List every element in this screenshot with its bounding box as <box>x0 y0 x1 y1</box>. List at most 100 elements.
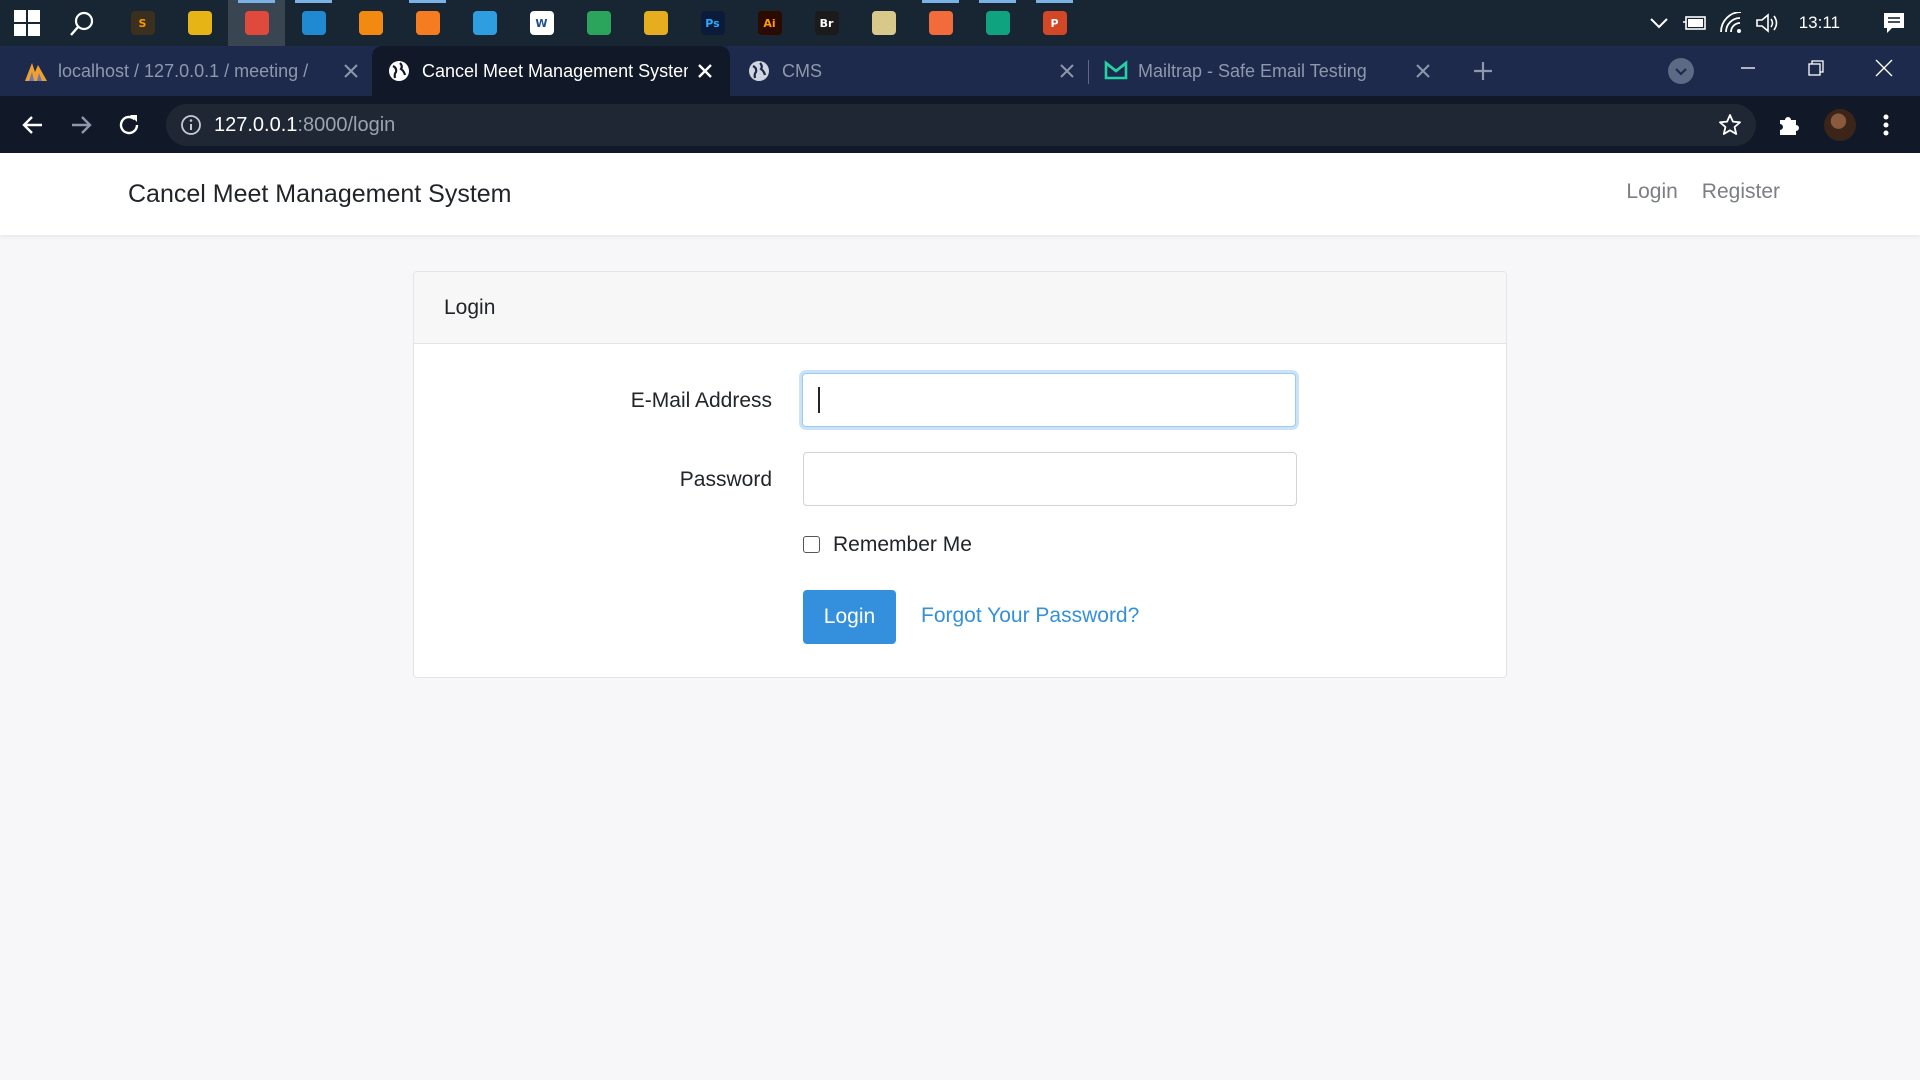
site-info-icon[interactable] <box>180 114 202 136</box>
password-input[interactable] <box>803 452 1297 506</box>
taskbar-app[interactable]: Br <box>798 0 855 46</box>
taskbar-app[interactable] <box>285 0 342 46</box>
git-icon <box>643 11 668 35</box>
bridge-icon: Br <box>814 11 839 35</box>
running-indicator <box>1036 0 1073 3</box>
url-host: 127.0.0.1 <box>214 114 298 136</box>
email-label: E-Mail Address <box>630 389 772 412</box>
photoshop-icon: Ps <box>700 11 725 35</box>
url-text[interactable]: 127.0.0.1:8000/login <box>214 114 395 137</box>
taskbar-app[interactable]: S <box>114 0 171 46</box>
sublime-text-icon: S <box>130 11 155 35</box>
tab-title: Cancel Meet Management System <box>422 60 688 81</box>
browser-menu-icon[interactable] <box>1876 110 1896 140</box>
volume-icon[interactable] <box>1749 0 1785 46</box>
taskbar-app[interactable] <box>228 0 285 46</box>
chevron-up-icon[interactable] <box>1641 0 1677 46</box>
taskbar-app[interactable] <box>627 0 684 46</box>
chatgpt-icon <box>985 11 1010 35</box>
chrome-icon <box>244 11 269 35</box>
vlc-icon <box>358 11 383 35</box>
forgot-password-link[interactable]: Forgot Your Password? <box>921 604 1139 628</box>
tab-cancel-meet[interactable]: Cancel Meet Management System <box>372 46 730 96</box>
xampp-icon <box>415 11 440 35</box>
extensions-puzzle-icon[interactable] <box>1776 112 1802 138</box>
login-button[interactable]: Login <box>803 590 896 644</box>
restore-icon[interactable] <box>1782 46 1850 90</box>
taskbar-app[interactable]: P <box>1026 0 1083 46</box>
tab-title: Mailtrap - Safe Email Testing <box>1138 60 1367 81</box>
nav-register-link[interactable]: Register <box>1702 180 1780 204</box>
globe-icon <box>748 60 770 82</box>
close-icon[interactable] <box>1412 60 1434 82</box>
forward-arrow-icon[interactable] <box>62 106 100 144</box>
close-icon[interactable] <box>694 60 716 82</box>
remember-me-label[interactable]: Remember Me <box>833 533 972 557</box>
search-icon[interactable] <box>68 10 96 38</box>
back-arrow-icon[interactable] <box>14 106 52 144</box>
wifi-icon[interactable] <box>1713 0 1749 46</box>
tab-title: localhost / 127.0.0.1 / meeting / <box>58 60 309 81</box>
new-tab-icon[interactable] <box>1468 56 1498 86</box>
taskbar-app[interactable] <box>399 0 456 46</box>
page-viewport: Cancel Meet Management System Login Regi… <box>0 153 1920 1080</box>
postman-icon <box>928 11 953 35</box>
close-icon[interactable] <box>340 60 362 82</box>
taskbar-app[interactable] <box>342 0 399 46</box>
close-icon[interactable] <box>1056 60 1078 82</box>
phpmyadmin-icon <box>24 60 47 82</box>
tab-mailtrap[interactable]: Mailtrap - Safe Email Testing <box>1104 46 1434 96</box>
figma-like-icon <box>472 11 497 35</box>
running-indicator <box>409 0 446 3</box>
url-path: :8000/login <box>297 114 396 136</box>
windows-taskbar: S W Ps Ai Br P 13:11 <box>0 0 1920 46</box>
taskbar-app[interactable] <box>969 0 1026 46</box>
minimize-icon[interactable] <box>1714 46 1782 90</box>
tab-search-icon[interactable] <box>1668 58 1694 84</box>
email-input-wrapper <box>802 373 1298 429</box>
edge-icon <box>586 11 611 35</box>
reload-icon[interactable] <box>110 106 148 144</box>
navbar-brand[interactable]: Cancel Meet Management System <box>128 180 512 209</box>
login-card: Login E-Mail Address Password Remember M… <box>413 271 1507 678</box>
tab-separator <box>1088 60 1089 84</box>
running-indicator <box>238 0 275 3</box>
profile-avatar[interactable] <box>1824 109 1856 141</box>
card-header: Login <box>414 272 1506 344</box>
taskbar-app[interactable]: W <box>513 0 570 46</box>
bookmark-star-icon[interactable] <box>1718 113 1742 137</box>
running-indicator <box>979 0 1016 3</box>
browser-toolbar: 127.0.0.1:8000/login <box>0 96 1920 153</box>
tab-cms[interactable]: CMS <box>748 46 1078 96</box>
taskbar-apps: S W Ps Ai Br P <box>114 0 1083 46</box>
file-explorer-icon <box>187 11 212 35</box>
password-label: Password <box>679 468 772 491</box>
running-indicator <box>295 0 332 3</box>
tab-phpmyadmin[interactable]: localhost / 127.0.0.1 / meeting / <box>24 46 362 96</box>
windows-start-icon[interactable] <box>14 10 40 36</box>
system-tray: 13:11 <box>1641 0 1920 46</box>
powerpoint-icon: P <box>1042 11 1067 35</box>
app-navbar: Cancel Meet Management System Login Regi… <box>0 153 1920 235</box>
system-clock[interactable]: 13:11 <box>1785 13 1868 33</box>
taskbar-app[interactable]: Ai <box>741 0 798 46</box>
nav-login-link[interactable]: Login <box>1626 180 1677 204</box>
vscode-icon <box>301 11 326 35</box>
globe-icon <box>388 60 410 82</box>
taskbar-app[interactable] <box>570 0 627 46</box>
taskbar-app[interactable] <box>912 0 969 46</box>
address-bar[interactable]: 127.0.0.1:8000/login <box>166 104 1756 146</box>
battery-icon[interactable] <box>1677 0 1713 46</box>
mailtrap-icon <box>1104 60 1128 82</box>
window-close-icon[interactable] <box>1850 46 1918 90</box>
taskbar-app[interactable] <box>171 0 228 46</box>
running-indicator <box>922 0 959 3</box>
remember-me-checkbox[interactable] <box>803 536 820 553</box>
email-input[interactable] <box>802 373 1296 427</box>
taskbar-app[interactable] <box>456 0 513 46</box>
wamp-icon: W <box>529 11 554 35</box>
notification-icon[interactable] <box>1868 0 1920 46</box>
navbar-links: Login Register <box>1626 180 1780 204</box>
taskbar-app[interactable] <box>855 0 912 46</box>
taskbar-app[interactable]: Ps <box>684 0 741 46</box>
